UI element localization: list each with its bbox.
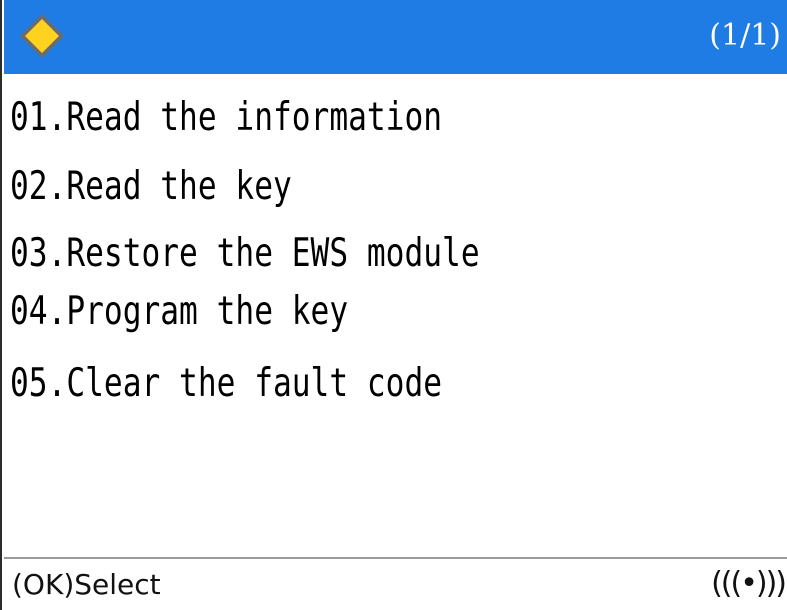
- menu-item-label: 01.Read the information: [10, 95, 443, 140]
- menu-item-program-key[interactable]: 04.Program the key: [10, 286, 348, 338]
- menu-item-clear-fault-code[interactable]: 05.Clear the fault code: [10, 358, 442, 410]
- wireless-signal-icon: (((•))): [711, 566, 787, 601]
- screen-frame: (1/1) 01.Read the information 02.Read th…: [0, 0, 787, 610]
- menu-item-label: 05.Clear the fault code: [10, 361, 443, 406]
- menu-item-restore-ews-module[interactable]: 03.Restore the EWS module: [10, 228, 480, 280]
- page-indicator: (1/1): [709, 18, 781, 53]
- yellow-diamond-icon: [20, 14, 64, 58]
- menu-item-label: 03.Restore the EWS module: [10, 231, 480, 276]
- function-menu: 01.Read the information 02.Read the key …: [4, 74, 787, 558]
- title-bar: (1/1): [4, 0, 787, 74]
- status-bar: (OK)Select (((•))): [4, 559, 787, 610]
- menu-item-label: 02.Read the key: [10, 164, 292, 209]
- menu-item-read-information[interactable]: 01.Read the information: [10, 92, 442, 144]
- menu-item-read-key[interactable]: 02.Read the key: [10, 161, 292, 213]
- ok-select-hint: (OK)Select: [12, 568, 161, 601]
- menu-item-label: 04.Program the key: [10, 289, 349, 334]
